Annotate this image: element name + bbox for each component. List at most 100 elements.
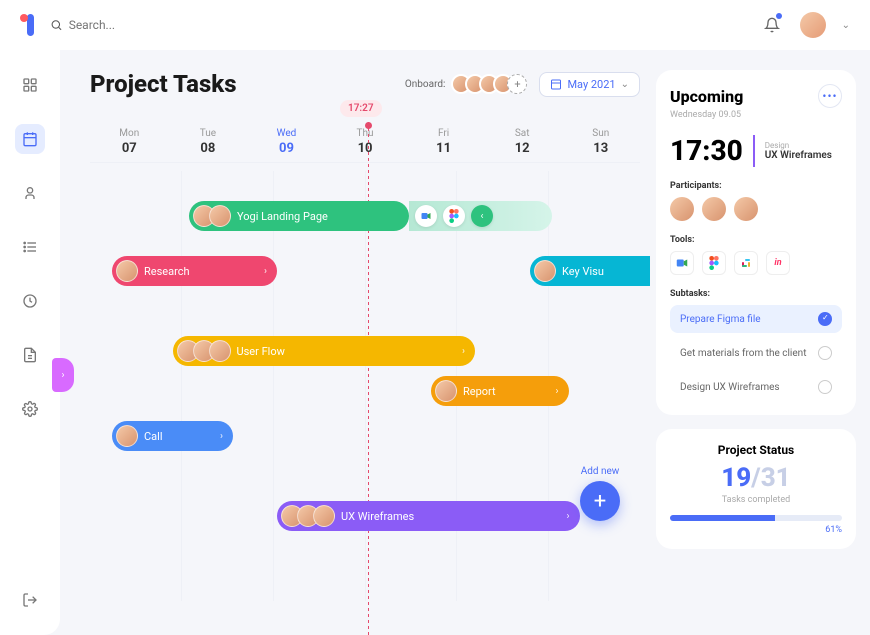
more-options-button[interactable]: ••• (818, 84, 842, 108)
sidebar-item-list[interactable] (15, 232, 45, 262)
subtask-label: Prepare Figma file (680, 314, 761, 325)
sidebar-item-settings[interactable] (15, 394, 45, 424)
task-key-visual[interactable]: Key Visu (530, 256, 650, 286)
participant-avatar[interactable] (702, 197, 726, 221)
sidebar-item-user[interactable] (15, 178, 45, 208)
collapse-tools-button[interactable]: ‹ (471, 205, 493, 227)
check-icon[interactable] (818, 346, 832, 360)
chevron-right-icon: › (462, 346, 465, 357)
figma-icon[interactable] (702, 251, 726, 275)
notifications-button[interactable] (760, 13, 784, 37)
onboard-label: Onboard: (405, 79, 446, 90)
task-yogi-landing[interactable]: Yogi Landing Page (189, 201, 409, 231)
gantt-chart: Yogi Landing Page ‹ Research › Key Visu (90, 171, 640, 601)
bell-icon (764, 17, 780, 33)
upcoming-date: Wednesday 09.05 (670, 110, 842, 120)
day-col-wed[interactable]: Wed09 (247, 128, 326, 156)
slack-icon[interactable] (734, 251, 758, 275)
task-call[interactable]: Call › (112, 421, 233, 451)
task-user-flow[interactable]: User Flow › (173, 336, 476, 366)
meet-icon[interactable] (670, 251, 694, 275)
invision-icon[interactable]: in (766, 251, 790, 275)
subtask-item[interactable]: Prepare Figma file (670, 305, 842, 333)
day-col-tue[interactable]: Tue08 (169, 128, 248, 156)
user-icon (22, 185, 38, 201)
sidebar-item-dashboard[interactable] (15, 70, 45, 100)
sidebar-item-clock[interactable] (15, 286, 45, 316)
avatar-icon (116, 425, 138, 447)
month-picker[interactable]: May 2021 ⌄ (539, 72, 640, 97)
search-input[interactable] (69, 18, 250, 32)
progress-percent: 61% (670, 525, 842, 535)
upcoming-card: Upcoming ••• Wednesday 09.05 17:30 Desig… (656, 70, 856, 415)
day-col-mon[interactable]: Mon07 (90, 128, 169, 156)
status-title: Project Status (670, 443, 842, 457)
check-icon[interactable] (818, 380, 832, 394)
clock-icon (22, 293, 38, 309)
avatar-icon (534, 260, 556, 282)
chevron-right-icon: › (566, 511, 569, 522)
day-col-fri[interactable]: Fri11 (404, 128, 483, 156)
app-logo[interactable] (20, 14, 34, 36)
task-research[interactable]: Research › (112, 256, 277, 286)
sidebar: › (0, 50, 60, 635)
subtasks-label: Subtasks: (670, 289, 842, 299)
subtask-item[interactable]: Get materials from the client (670, 339, 842, 367)
task-label: UX Wireframes (341, 510, 414, 523)
add-member-button[interactable]: + (507, 74, 527, 94)
chevron-right-icon: › (555, 386, 558, 397)
status-subtitle: Tasks completed (670, 495, 842, 505)
avatar-icon (435, 380, 457, 402)
logout-icon (22, 592, 38, 608)
participant-avatar[interactable] (734, 197, 758, 221)
progress-bar (670, 515, 842, 521)
task-label: Key Visu (562, 265, 604, 278)
chevron-down-icon: ⌄ (621, 79, 629, 90)
day-col-thu[interactable]: Thu10 (326, 128, 405, 156)
figma-icon[interactable] (443, 205, 465, 227)
participants-label: Participants: (670, 181, 842, 191)
day-col-sun[interactable]: Sun13 (561, 128, 640, 156)
task-yogi-tools: ‹ (409, 201, 552, 231)
task-ux-wireframes[interactable]: UX Wireframes › (277, 501, 580, 531)
sidebar-item-calendar[interactable] (15, 124, 45, 154)
check-icon[interactable] (818, 312, 832, 326)
upcoming-category: Design (765, 141, 832, 150)
avatar-icon (209, 205, 231, 227)
status-card: Project Status 19/31 Tasks completed 61% (656, 429, 856, 549)
user-avatar[interactable] (800, 12, 826, 38)
grid-icon (22, 77, 38, 93)
list-icon (22, 239, 38, 255)
chevron-right-icon: › (264, 266, 267, 277)
task-label: Yogi Landing Page (237, 210, 328, 223)
search-icon (50, 18, 63, 32)
add-task-button[interactable]: + (580, 481, 620, 521)
add-new-label: Add new (580, 466, 620, 477)
chevron-right-icon: › (220, 431, 223, 442)
tools-row: in (670, 251, 842, 275)
tools-label: Tools: (670, 235, 842, 245)
current-time-badge: 17:27 (340, 100, 382, 117)
calendar-small-icon (550, 78, 562, 90)
meet-icon[interactable] (415, 205, 437, 227)
search-field[interactable] (50, 18, 250, 32)
task-label: Research (144, 265, 190, 278)
page-title: Project Tasks (90, 70, 237, 98)
participant-avatar[interactable] (670, 197, 694, 221)
task-report[interactable]: Report › (431, 376, 569, 406)
chevron-down-icon[interactable]: ⌄ (842, 20, 850, 31)
onboard-avatars[interactable]: + (451, 74, 527, 94)
sidebar-item-logout[interactable] (15, 585, 45, 615)
subtask-label: Get materials from the client (680, 348, 806, 359)
avatar-icon (313, 505, 335, 527)
upcoming-title: Upcoming (670, 87, 743, 106)
subtask-item[interactable]: Design UX Wireframes (670, 373, 842, 401)
day-col-sat[interactable]: Sat12 (483, 128, 562, 156)
sidebar-item-file[interactable] (15, 340, 45, 370)
avatar-icon (116, 260, 138, 282)
task-label: Call (144, 430, 163, 443)
status-count: 19/31 (670, 463, 842, 493)
month-picker-label: May 2021 (567, 78, 615, 91)
subtask-label: Design UX Wireframes (680, 382, 780, 393)
task-label: Report (463, 385, 496, 398)
